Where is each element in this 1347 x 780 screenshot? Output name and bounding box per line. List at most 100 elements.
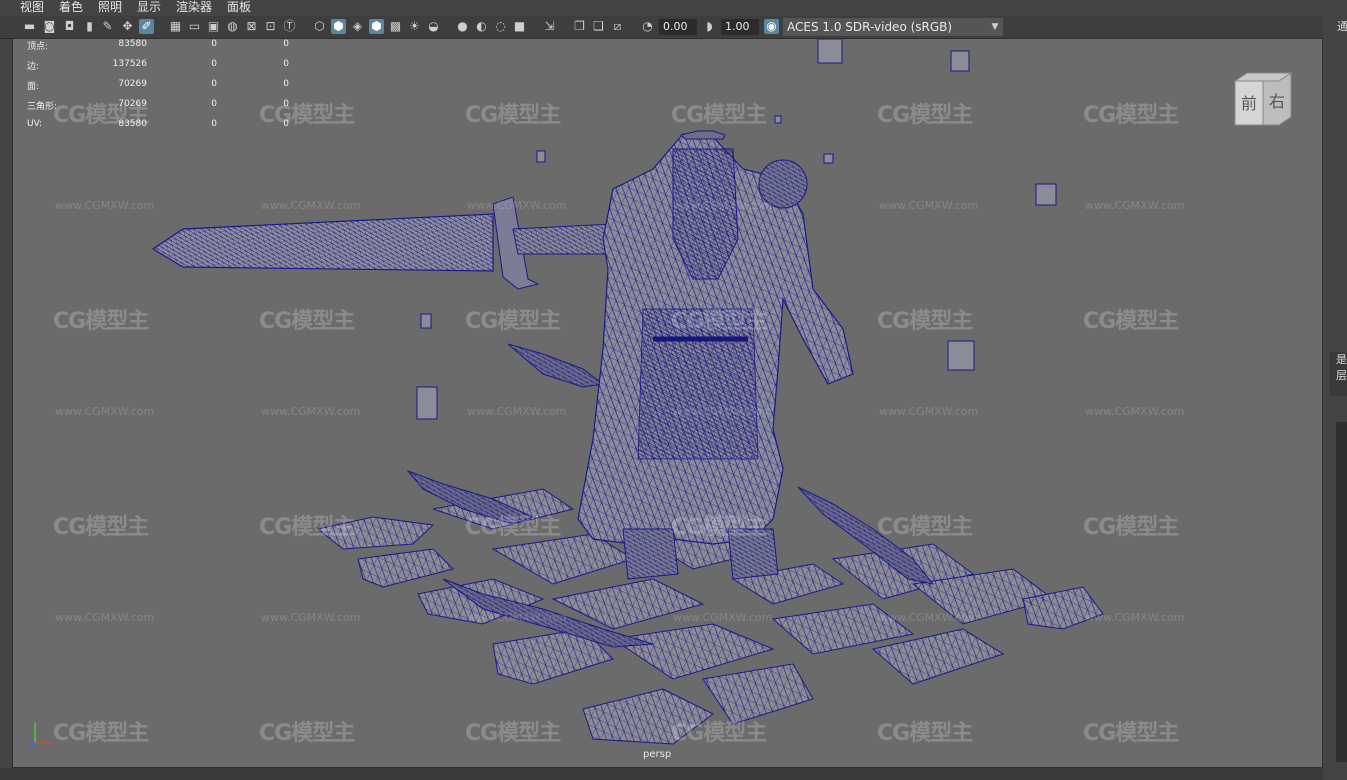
gate-mask-icon[interactable]: ◍: [225, 19, 240, 34]
menu-lighting[interactable]: 照明: [98, 0, 122, 14]
resolution-gate-icon[interactable]: ▣: [206, 19, 221, 34]
grid-icon[interactable]: ▦: [168, 19, 183, 34]
watermark-logo: CG模型主: [465, 721, 561, 746]
isolate-select-icon[interactable]: ⇲: [542, 19, 557, 34]
menu-bar: 视图 着色 照明 显示 渲染器 面板: [0, 0, 1347, 16]
depth-of-field-icon[interactable]: ■: [512, 19, 527, 34]
hud-row-uvs: UV: 83580 0 0: [27, 119, 289, 129]
gamma-icon[interactable]: ◗: [702, 19, 717, 34]
watermark-logo: CG模型主: [671, 515, 767, 540]
watermark-url: www.CGMXW.com: [467, 611, 567, 624]
watermark-logo: CG模型主: [259, 309, 355, 334]
watermark-logo: CG模型主: [877, 103, 973, 128]
poly-count-hud: 顶点: 83580 0 0 边: 137526 0 0 面: 70269 0 0…: [27, 39, 297, 139]
shadows-icon[interactable]: ◒: [426, 19, 441, 34]
menu-view[interactable]: 视图: [20, 0, 44, 14]
watermark-url: www.CGMXW.com: [261, 199, 361, 212]
field-chart-icon[interactable]: ⊠: [244, 19, 259, 34]
color-management-icon[interactable]: ◉: [764, 19, 779, 34]
lights-icon[interactable]: ☀: [407, 19, 422, 34]
watermark-url: www.CGMXW.com: [467, 405, 567, 418]
viewcube-right-label[interactable]: 右: [1269, 92, 1285, 111]
viewcube-front-label[interactable]: 前: [1241, 94, 1257, 113]
watermark-url: www.CGMXW.com: [261, 611, 361, 624]
watermark-logo: CG模型主: [671, 309, 767, 334]
menu-show[interactable]: 显示: [137, 0, 161, 14]
anti-aliasing-icon[interactable]: ◌: [493, 19, 508, 34]
watermark-url: www.CGMXW.com: [879, 199, 979, 212]
watermark-logo: CG模型主: [465, 515, 561, 540]
image-plane-icon[interactable]: ✎: [100, 19, 115, 34]
watermark-logo: CG模型主: [53, 515, 149, 540]
chevron-down-icon[interactable]: ▼: [987, 18, 1003, 36]
xray-components-icon[interactable]: ⧄: [610, 19, 625, 34]
menu-shading[interactable]: 着色: [59, 0, 83, 14]
viewport-persp[interactable]: CG模型主 CG模型主 CG模型主 CG模型主 CG模型主 CG模型主 www.…: [12, 38, 1323, 768]
exposure-field[interactable]: 0.00: [659, 19, 697, 35]
safe-action-icon[interactable]: ⊡: [263, 19, 278, 34]
watermark-url: www.CGMXW.com: [261, 405, 361, 418]
xray-icon[interactable]: ❐: [572, 19, 587, 34]
bottom-strip: [0, 768, 1323, 780]
right-panel-scrollbar[interactable]: [1336, 422, 1347, 762]
right-dock-tab[interactable]: 是 层: [1330, 352, 1347, 396]
hud-row-edges: 边: 137526 0 0: [27, 59, 289, 72]
watermark-logo: CG模型主: [1083, 721, 1179, 746]
camera-attributes-icon[interactable]: ◙: [42, 19, 57, 34]
watermark-url: www.CGMXW.com: [879, 405, 979, 418]
watermark-logo: CG模型主: [671, 103, 767, 128]
xray-joints-icon[interactable]: ❑: [591, 19, 606, 34]
watermark-url: www.CGMXW.com: [55, 405, 155, 418]
wireframe-on-shaded-icon[interactable]: ⬢: [369, 19, 384, 34]
panel-toolbar: ▬ ◙ ◘ ▮ ✎ ✥ ✐ ▦ ▭ ▣ ◍ ⊠ ⊡ Ⓣ ⬡ ⬢ ◈ ⬢ ▩ ☀ …: [0, 16, 1347, 39]
watermark-url: www.CGMXW.com: [1085, 405, 1185, 418]
watermark-logo: CG模型主: [877, 515, 973, 540]
screen-space-ao-icon[interactable]: ●: [455, 19, 470, 34]
hud-row-vertices: 顶点: 83580 0 0: [27, 39, 289, 52]
motion-blur-icon[interactable]: ◐: [474, 19, 489, 34]
default-material-icon[interactable]: ◈: [350, 19, 365, 34]
right-panel-header: 通: [1323, 16, 1347, 38]
watermark-logo: CG模型主: [465, 309, 561, 334]
watermark-logo: CG模型主: [465, 103, 561, 128]
watermark-logo: CG模型主: [259, 515, 355, 540]
gamma-field[interactable]: 1.00: [721, 19, 759, 35]
watermark-logo: CG模型主: [877, 721, 973, 746]
watermark-url: www.CGMXW.com: [673, 199, 773, 212]
view-cube[interactable]: 前 右: [1233, 71, 1293, 127]
watermark-url: www.CGMXW.com: [1085, 611, 1185, 624]
scene-render: [151, 39, 1104, 745]
two-d-pan-icon[interactable]: ✥: [120, 19, 135, 34]
menu-renderer[interactable]: 渲染器: [176, 0, 212, 14]
watermark-logo: CG模型主: [259, 721, 355, 746]
grease-pencil-icon[interactable]: ✐: [139, 19, 154, 34]
bookmark-icon[interactable]: ▮: [82, 19, 97, 34]
watermark-logo: CG模型主: [53, 721, 149, 746]
watermark-logo: CG模型主: [1083, 103, 1179, 128]
axis-gizmo: [29, 723, 53, 749]
bookmarks-icon[interactable]: ◘: [62, 19, 77, 34]
smooth-shade-icon[interactable]: ⬢: [331, 19, 346, 34]
watermark-url: www.CGMXW.com: [55, 199, 155, 212]
watermark-url: www.CGMXW.com: [467, 199, 567, 212]
select-camera-icon[interactable]: ▬: [22, 19, 37, 34]
film-gate-icon[interactable]: ▭: [187, 19, 202, 34]
exposure-icon[interactable]: ◔: [640, 19, 655, 34]
watermark-logo: CG模型主: [1083, 309, 1179, 334]
textured-icon[interactable]: ▩: [388, 19, 403, 34]
view-transform-select[interactable]: ACES 1.0 SDR-video (sRGB): [783, 18, 987, 36]
menu-panels[interactable]: 面板: [227, 0, 251, 14]
watermark-url: www.CGMXW.com: [673, 405, 773, 418]
watermark-url: www.CGMXW.com: [1085, 199, 1185, 212]
camera-name-label: persp: [643, 749, 672, 760]
watermark-url: www.CGMXW.com: [879, 611, 979, 624]
watermark-url: www.CGMXW.com: [673, 611, 773, 624]
watermark-logo: CG模型主: [877, 309, 973, 334]
wireframe-icon[interactable]: ⬡: [312, 19, 327, 34]
watermark-logo: CG模型主: [1083, 515, 1179, 540]
watermark-logo: CG模型主: [671, 721, 767, 746]
hud-row-triangles: 三角形: 70269 0 0: [27, 99, 289, 112]
hud-row-faces: 面: 70269 0 0: [27, 79, 289, 92]
safe-title-icon[interactable]: Ⓣ: [282, 19, 297, 34]
watermark-logo: CG模型主: [53, 309, 149, 334]
